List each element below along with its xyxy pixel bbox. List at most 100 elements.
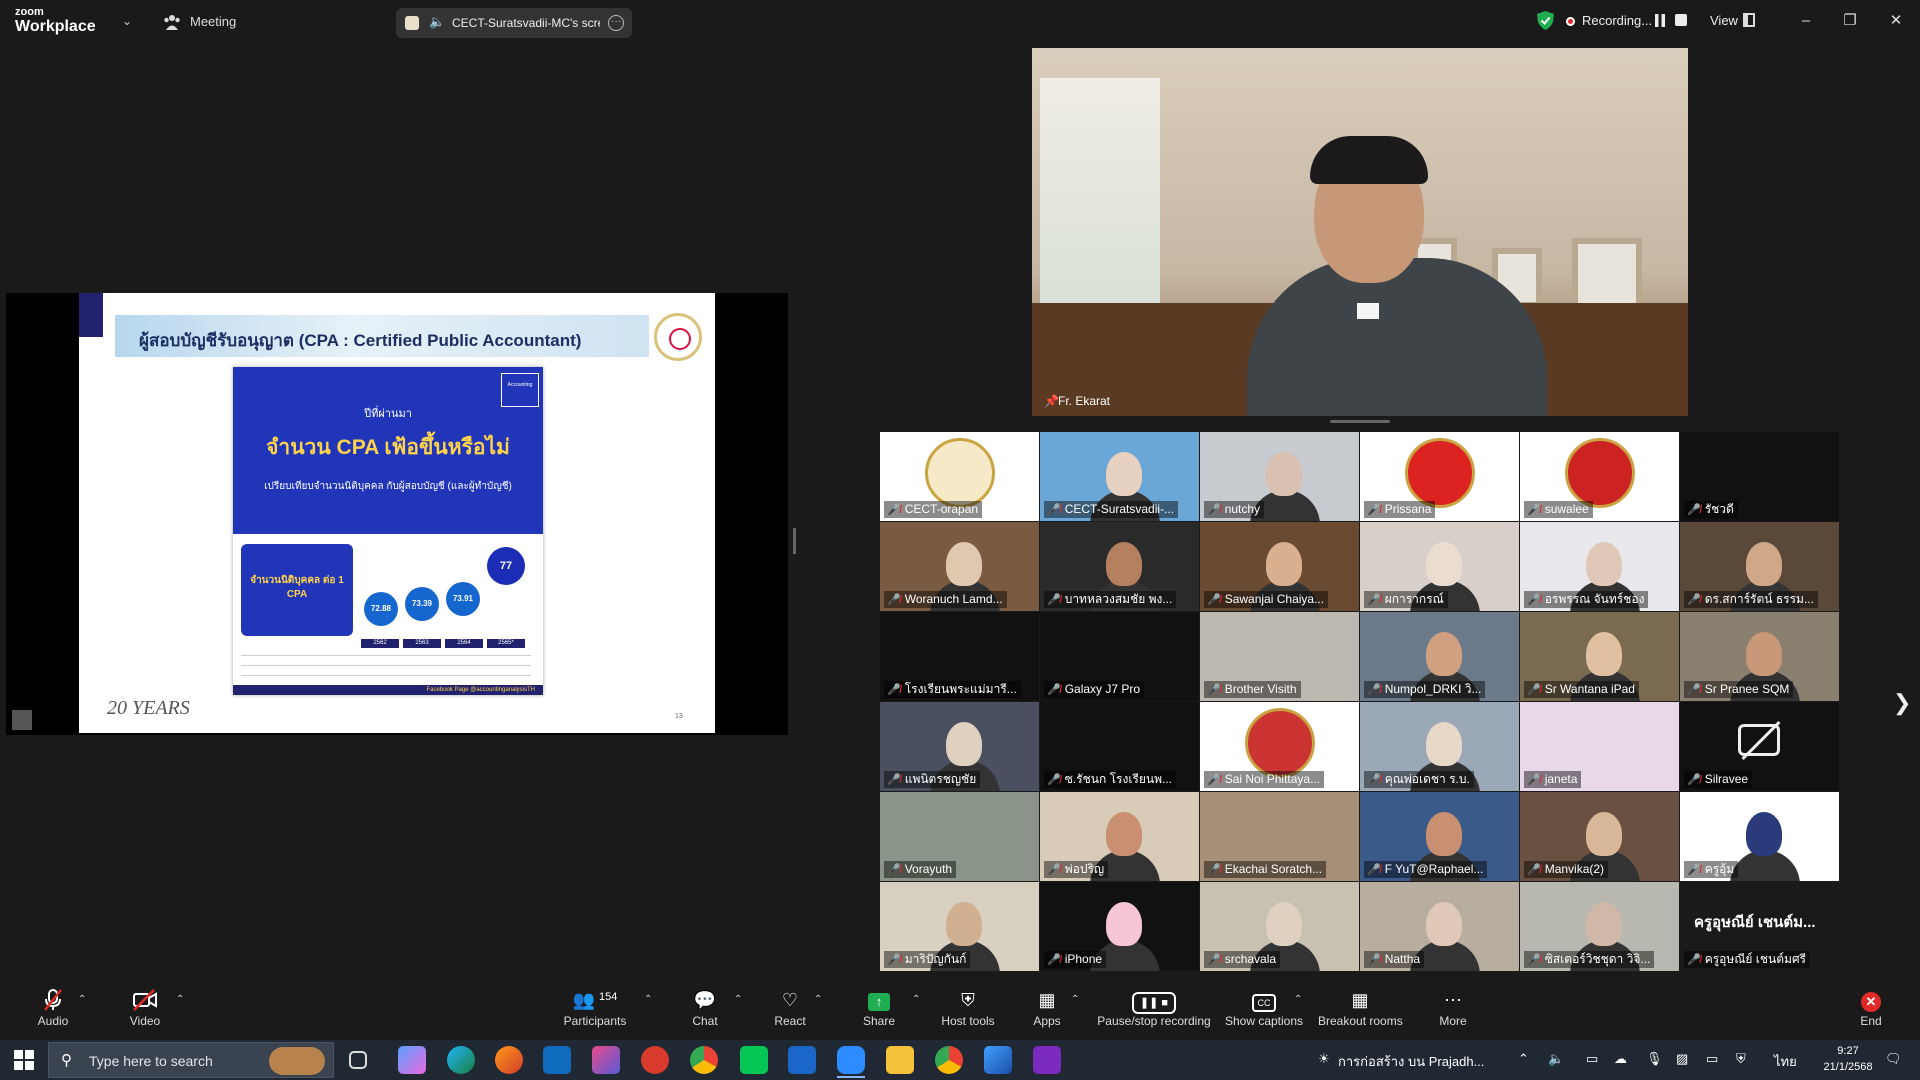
participant-tile[interactable]: 🎤̸ Manvika(2) — [1520, 792, 1679, 881]
task-view-icon[interactable] — [349, 1051, 367, 1069]
participant-tile[interactable]: 🎤̸ Sr Wantana iPad — [1520, 612, 1679, 701]
video-options-caret-icon[interactable]: ⌃ — [176, 994, 184, 1005]
participant-tile[interactable]: 🎤̸ ซิสเตอร์วิชชุดา วิจิ... — [1520, 882, 1679, 971]
captions-button[interactable]: CC Show captions — [1224, 988, 1304, 1028]
input-language[interactable]: ไทย — [1774, 1051, 1797, 1072]
participant-tile[interactable]: 🎤̸ janeta — [1520, 702, 1679, 791]
view-menu-label[interactable]: View — [1710, 13, 1738, 28]
taskbar-clock[interactable]: 9:27 21/1/2568 — [1823, 1043, 1873, 1075]
participant-tile[interactable]: 🎤̸ บาทหลวงสมชัย พง... — [1040, 522, 1199, 611]
restore-icon[interactable]: ❐ — [1839, 10, 1861, 32]
edge-icon[interactable] — [447, 1046, 475, 1074]
participant-tile[interactable]: 🎤̸ มาริปัญกันก์ — [880, 882, 1039, 971]
close-icon[interactable]: ✕ — [1885, 10, 1907, 32]
participant-tile[interactable]: 🎤̸ Prissana — [1360, 432, 1519, 521]
participant-tile[interactable]: 🎤̸ Woranuch Lamd... — [880, 522, 1039, 611]
pause-recording-icon[interactable] — [1654, 14, 1666, 27]
weather-icon[interactable]: ☀ — [1318, 1051, 1330, 1067]
participant-tile[interactable]: 🎤̸ รัชวดี — [1680, 432, 1839, 521]
line-icon[interactable] — [740, 1046, 768, 1074]
apps-caret-icon[interactable]: ⌃ — [1071, 994, 1079, 1005]
participant-tile[interactable]: 🎤̸ ครูอุ้ม — [1680, 792, 1839, 881]
participant-tile[interactable]: 🎤̸ iPhone — [1040, 882, 1199, 971]
stop-recording-icon[interactable] — [1675, 14, 1687, 26]
network-icon[interactable]: ▨ — [1676, 1051, 1688, 1067]
monitor-icon[interactable]: ▭ — [1706, 1051, 1718, 1067]
more-options-icon[interactable]: ··· — [608, 15, 624, 31]
volume-icon[interactable]: 🔈 — [1548, 1051, 1564, 1067]
participant-tile[interactable]: 🎤̸ Sr Pranee SQM — [1680, 612, 1839, 701]
security-shield-icon[interactable]: ⛨ — [1736, 1051, 1746, 1067]
chrome-icon[interactable] — [690, 1046, 718, 1074]
participant-tile[interactable]: 🎤̸ คุณพ่อเดชา ร.บ. — [1360, 702, 1519, 791]
audio-options-caret-icon[interactable]: ⌃ — [78, 994, 86, 1005]
react-button[interactable]: ♡ React — [772, 988, 808, 1028]
outlook-icon[interactable] — [543, 1046, 571, 1074]
active-speaker-video[interactable]: 📌Fr. Ekarat — [1032, 48, 1688, 416]
participant-tile[interactable]: 🎤̸ ผการากรณ์ — [1360, 522, 1519, 611]
device-icon[interactable]: ▭ — [1586, 1051, 1598, 1067]
app-red-icon[interactable] — [641, 1046, 669, 1074]
apps-button[interactable]: ▦ Apps — [1030, 988, 1064, 1028]
chevron-down-icon[interactable]: ⌄ — [122, 14, 132, 28]
share-caret-icon[interactable]: ⌃ — [912, 994, 920, 1005]
meeting-tab-label[interactable]: Meeting — [190, 14, 236, 29]
captions-caret-icon[interactable]: ⌃ — [1294, 994, 1302, 1005]
video-button[interactable]: Video — [126, 988, 164, 1028]
participant-tile[interactable]: 🎤̸ F YuT@Raphael... — [1360, 792, 1519, 881]
participant-tile[interactable]: 🎤̸ Sai Noi Phittaya... — [1200, 702, 1359, 791]
participant-tile[interactable]: 🎤̸ Vorayuth — [880, 792, 1039, 881]
chrome-profile-icon[interactable] — [935, 1046, 963, 1074]
microsoft365-icon[interactable] — [592, 1046, 620, 1074]
taskbar-search-box[interactable]: ⚲ Type here to search — [48, 1042, 334, 1078]
notifications-icon[interactable]: 🗨 — [1885, 1051, 1902, 1067]
tray-chevron-up-icon[interactable]: ⌃ — [1518, 1051, 1529, 1067]
more-button[interactable]: ⋯ More — [1436, 988, 1470, 1028]
screen-thumbnail[interactable] — [12, 710, 32, 730]
participant-tile[interactable]: 🎤̸ Sawanjai Chaiya... — [1200, 522, 1359, 611]
participant-tile[interactable]: 🎤̸ CECT-Suratsvadii-... — [1040, 432, 1199, 521]
resize-grip[interactable] — [1330, 420, 1390, 423]
news-ticker[interactable]: การก่อสร้าง บน Prajadh... — [1338, 1051, 1498, 1072]
pause-stop-recording-button[interactable]: ❚❚ ■ Pause/stop recording — [1094, 988, 1214, 1028]
chat-caret-icon[interactable]: ⌃ — [734, 994, 742, 1005]
screen-share-indicator[interactable]: 🔈 CECT-Suratsvadii-MC's scre ··· — [396, 8, 632, 38]
copilot-icon[interactable] — [398, 1046, 426, 1074]
react-caret-icon[interactable]: ⌃ — [814, 994, 822, 1005]
participant-tile[interactable]: 🎤̸ Brother Visith — [1200, 612, 1359, 701]
participant-tile[interactable]: 🎤̸ CECT-orapan — [880, 432, 1039, 521]
participant-tile[interactable]: 🎤̸ พ่อปริญ — [1040, 792, 1199, 881]
participant-tile[interactable]: ครูอุษณีย์ เชนต์ม... 🎤̸ ครูอุษณีย์ เชนต์มศ… — [1680, 882, 1839, 971]
chat-button[interactable]: 💬 Chat — [688, 988, 722, 1028]
participant-tile[interactable]: 🎤̸ ซ.รัชนก โรงเรียนพ... — [1040, 702, 1199, 791]
onedrive-cloud-icon[interactable]: ☁ — [1614, 1051, 1627, 1067]
participant-tile[interactable]: 🎤̸ Ekachai Soratch... — [1200, 792, 1359, 881]
firefox-icon[interactable] — [495, 1046, 523, 1074]
participant-tile[interactable]: 🎤̸ Galaxy J7 Pro — [1040, 612, 1199, 701]
participant-tile[interactable]: 🎤̸ Silravee — [1680, 702, 1839, 791]
audio-button[interactable]: Audio — [34, 988, 72, 1028]
participant-tile[interactable]: 🎤̸ srchavala — [1200, 882, 1359, 971]
chevron-right-icon[interactable]: ❯ — [1893, 690, 1911, 716]
breakout-rooms-button[interactable]: ▦ Breakout rooms — [1318, 988, 1403, 1028]
participant-tile[interactable]: 🎤̸ Numpol_DRKI วิ... — [1360, 612, 1519, 701]
participant-tile[interactable]: 🎤̸ แพนิตรชญชัย — [880, 702, 1039, 791]
participants-caret-icon[interactable]: ⌃ — [644, 994, 652, 1005]
participant-tile[interactable]: 🎤̸ อรพรรณ จันทร์ชอง — [1520, 522, 1679, 611]
webex-icon[interactable] — [788, 1046, 816, 1074]
file-explorer-icon[interactable] — [886, 1046, 914, 1074]
windows-start-icon[interactable] — [14, 1050, 34, 1070]
view-layout-icon[interactable] — [1743, 13, 1755, 27]
participant-tile[interactable]: 🎤̸ suwalee — [1520, 432, 1679, 521]
split-divider-handle[interactable] — [793, 528, 796, 554]
minimize-icon[interactable]: – — [1795, 10, 1817, 32]
encryption-shield-icon[interactable] — [1537, 11, 1554, 30]
host-tools-button[interactable]: ⛨ Host tools — [936, 988, 1000, 1028]
participants-button[interactable]: 👥 154 Participants — [560, 988, 630, 1028]
share-button[interactable]: ↑ Share — [862, 988, 896, 1028]
photos-icon[interactable] — [984, 1046, 1012, 1074]
participant-tile[interactable]: 🎤̸ ดร.สการ์รัตน์ ธรรม... — [1680, 522, 1839, 611]
app-purple-icon[interactable] — [1033, 1046, 1061, 1074]
participant-tile[interactable]: 🎤̸ โรงเรียนพระแม่มารี... — [880, 612, 1039, 701]
participant-tile[interactable]: 🎤̸ nutchy — [1200, 432, 1359, 521]
